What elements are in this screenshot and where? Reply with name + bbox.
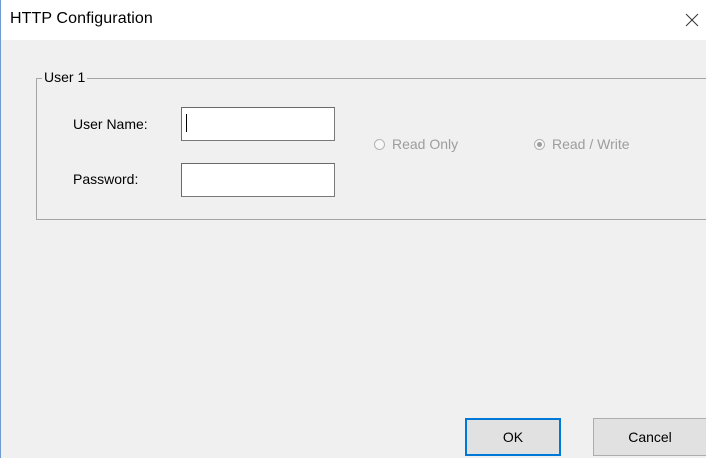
http-configuration-dialog: HTTP Configuration User 1 User Name: Pas… xyxy=(0,0,706,458)
text-caret xyxy=(186,114,187,132)
user-group-legend: User 1 xyxy=(42,69,88,85)
cancel-button[interactable]: Cancel xyxy=(593,418,706,456)
read-write-radio[interactable]: Read / Write xyxy=(534,135,630,153)
password-label: Password: xyxy=(73,171,139,187)
read-only-radio[interactable]: Read Only xyxy=(374,135,458,153)
close-button[interactable] xyxy=(679,4,706,34)
radio-checked-icon xyxy=(534,138,545,150)
username-label: User Name: xyxy=(73,116,148,132)
password-input[interactable] xyxy=(181,163,335,197)
radio-unchecked-icon xyxy=(374,138,385,150)
read-write-label: Read / Write xyxy=(552,136,630,152)
read-only-label: Read Only xyxy=(392,136,459,152)
title-bar: HTTP Configuration xyxy=(1,0,706,40)
username-input[interactable] xyxy=(181,107,335,141)
cancel-button-label: Cancel xyxy=(628,429,672,445)
close-icon xyxy=(685,13,699,27)
ok-button[interactable]: OK xyxy=(465,418,561,456)
ok-button-label: OK xyxy=(502,429,524,445)
dialog-title: HTTP Configuration xyxy=(10,10,153,27)
